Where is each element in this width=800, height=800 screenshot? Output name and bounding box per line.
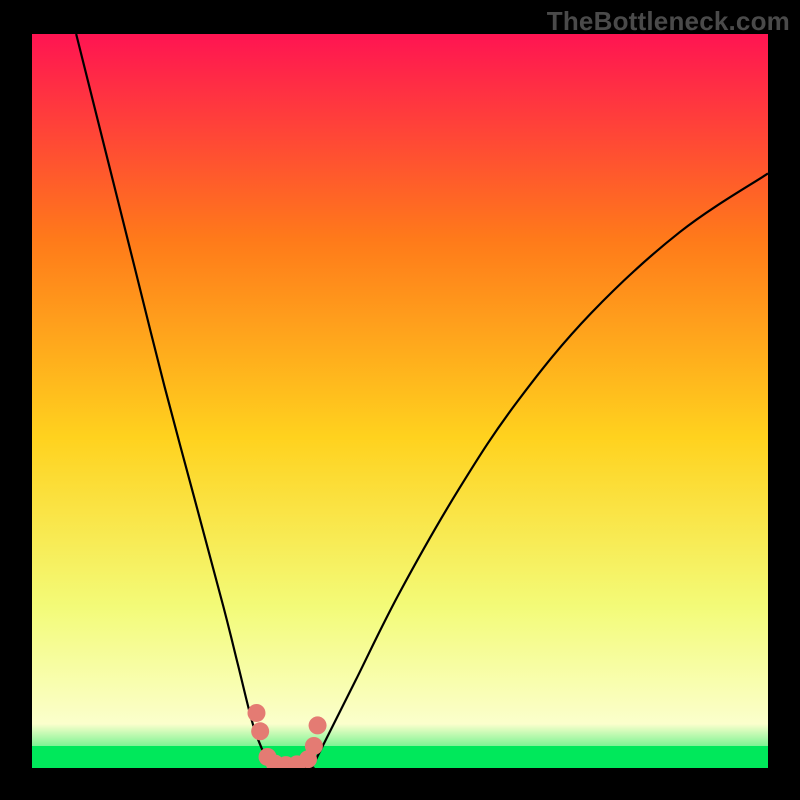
data-marker [247,704,265,722]
data-marker [309,716,327,734]
plot-background [32,34,768,768]
watermark-text: TheBottleneck.com [547,6,790,37]
chart-frame: TheBottleneck.com [0,0,800,800]
data-marker [251,722,269,740]
green-baseline [32,746,768,768]
data-marker [305,737,323,755]
bottleneck-chart [0,0,800,800]
